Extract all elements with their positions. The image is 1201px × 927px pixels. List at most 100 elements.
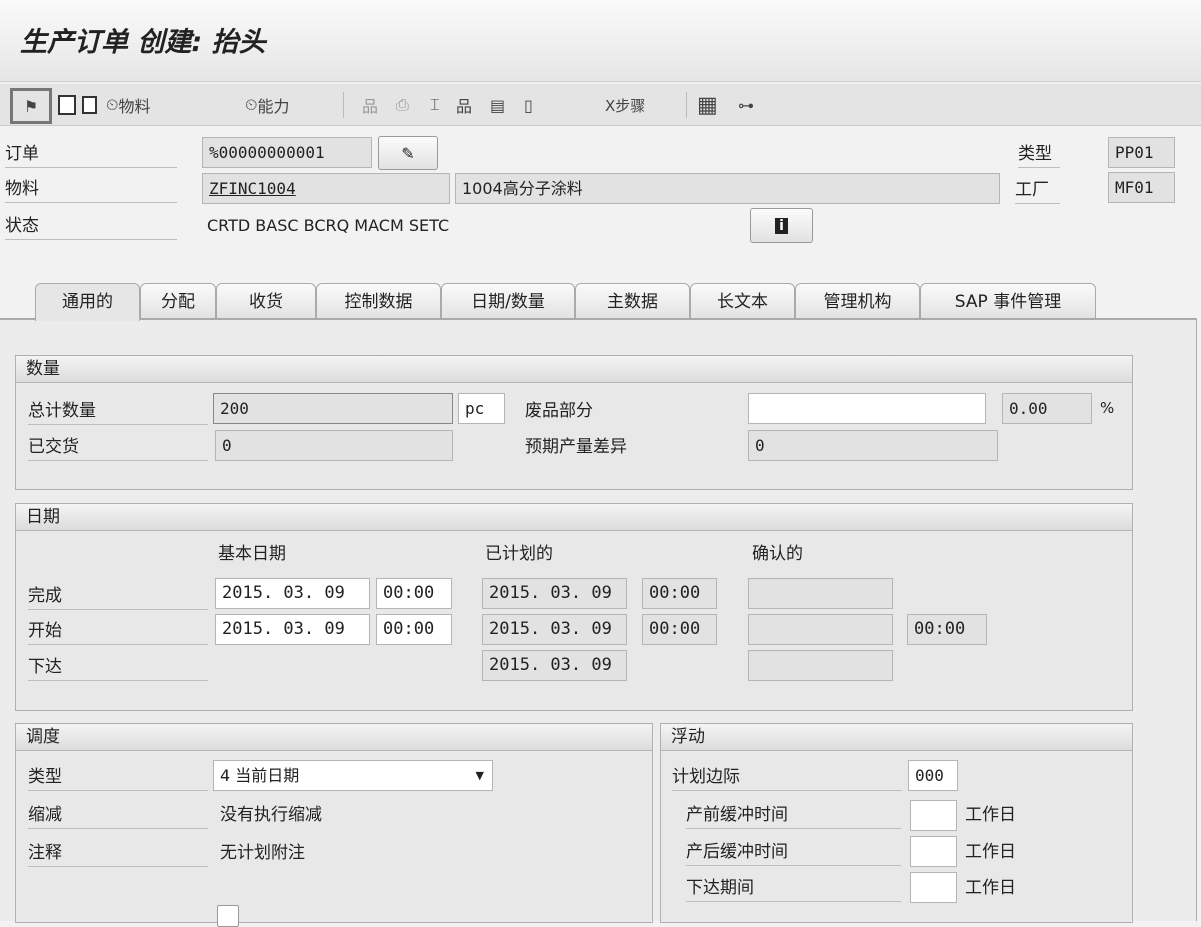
info-button[interactable]: i xyxy=(750,208,813,243)
finish-basic-date[interactable]: 2015. 03. 09 xyxy=(215,578,370,609)
release-period-label: 下达期间 xyxy=(686,874,901,902)
sched-margin-label: 计划边际 xyxy=(672,763,902,791)
start-confirmed-date xyxy=(748,614,893,645)
finish-planned-time: 00:00 xyxy=(642,578,717,609)
type-field[interactable]: PP01 xyxy=(1108,137,1175,168)
tab-long-text[interactable]: 长文本 xyxy=(690,283,795,319)
steps-button[interactable]: X步骤 xyxy=(605,90,645,120)
scrap-label: 废品部分 xyxy=(525,401,593,421)
flag-button[interactable]: ⚑ xyxy=(10,88,52,124)
start-basic-date[interactable]: 2015. 03. 09 xyxy=(215,614,370,645)
hierarchy-clock-icon: ⏲ xyxy=(245,95,258,114)
variance-label: 预期产量差异 xyxy=(525,437,627,457)
component-button[interactable]: ⌶ xyxy=(430,90,440,120)
basic-date-header: 基本日期 xyxy=(218,544,286,564)
workdays-unit: 工作日 xyxy=(965,842,1016,862)
scheduling-type-dropdown[interactable]: 4 当前日期 ▼ xyxy=(213,760,493,791)
application-toolbar: ⚑ ⏲ 物料 ⏲ 能力 品 ⎙ ⌶ 品 ▤ ▯ X步骤 ▦ ⊶ xyxy=(0,84,1201,126)
sequence-button[interactable]: ▯ xyxy=(524,90,533,120)
tab-strip: 通用的 分配 收货 控制数据 日期/数量 主数据 长文本 管理机构 SAP 事件… xyxy=(0,283,1201,321)
documents-icon: ▤ xyxy=(490,95,506,115)
order-label: 订单 xyxy=(5,140,177,168)
tab-control-data[interactable]: 控制数据 xyxy=(316,283,441,319)
scrap-percent-field: 0.00 xyxy=(1002,393,1092,424)
sequence-icon: ▯ xyxy=(524,95,533,115)
documents-button[interactable]: ▤ xyxy=(490,90,505,120)
print-button[interactable]: ⎙ xyxy=(396,90,409,120)
note-label: 注释 xyxy=(28,839,208,867)
scrap-field[interactable] xyxy=(748,393,986,424)
network-button[interactable]: 品 xyxy=(362,90,378,120)
layout-button[interactable]: ▦ xyxy=(697,90,718,120)
capacity-button[interactable]: ⏲ 能力 xyxy=(245,90,290,120)
material-label: 物料 xyxy=(5,175,177,203)
release-planned-date: 2015. 03. 09 xyxy=(482,650,627,681)
tab-sap-event-management[interactable]: SAP 事件管理 xyxy=(920,283,1096,319)
separator xyxy=(343,92,344,118)
hierarchy-clock-icon: ⏲ xyxy=(106,95,119,114)
edit-button[interactable]: ✎ xyxy=(378,136,438,170)
pencil-icon: ✎ xyxy=(401,143,415,163)
release-confirmed-date xyxy=(748,650,893,681)
total-quantity-label: 总计数量 xyxy=(28,397,208,425)
chevron-down-icon: ▼ xyxy=(475,769,484,782)
plant-label: 工厂 xyxy=(1015,176,1060,204)
type-label: 类型 xyxy=(1018,140,1060,168)
total-quantity-field[interactable]: 200 xyxy=(213,393,453,424)
start-planned-date: 2015. 03. 09 xyxy=(482,614,627,645)
tree-icon: ⊶ xyxy=(738,95,754,115)
material-button[interactable]: ⏲ 物料 xyxy=(106,90,151,120)
scheduling-type-label: 类型 xyxy=(28,763,208,791)
finish-label: 完成 xyxy=(28,582,208,610)
release-period-field[interactable] xyxy=(910,872,957,903)
finish-basic-time[interactable]: 00:00 xyxy=(376,578,452,609)
status-value: CRTD BASC BCRQ MACM SETC xyxy=(207,216,450,235)
page-title: 生产订单 创建: 抬头 xyxy=(20,27,266,58)
finish-confirmed-date xyxy=(748,578,893,609)
tab-administration[interactable]: 管理机构 xyxy=(795,283,920,319)
release-label: 下达 xyxy=(28,653,208,681)
separator xyxy=(686,92,687,118)
info-icon: i xyxy=(775,217,788,234)
printer-icon: ⎙ xyxy=(396,95,409,114)
float-before-field[interactable] xyxy=(910,800,957,831)
float-after-label: 产后缓冲时间 xyxy=(686,838,901,866)
structure-icon: 品 xyxy=(456,97,473,116)
reduction-label: 缩减 xyxy=(28,801,208,829)
checkbox[interactable] xyxy=(217,905,239,927)
start-planned-time: 00:00 xyxy=(642,614,717,645)
tab-dates-quantities[interactable]: 日期/数量 xyxy=(441,283,575,319)
percent-sign: % xyxy=(1100,399,1115,417)
delivered-label: 已交货 xyxy=(28,433,208,461)
confirmed-header: 确认的 xyxy=(752,544,803,564)
note-value: 无计划附注 xyxy=(220,843,305,863)
float-after-field[interactable] xyxy=(910,836,957,867)
structure-button[interactable]: 品 xyxy=(456,90,472,120)
start-basic-time[interactable]: 00:00 xyxy=(376,614,452,645)
sched-margin-field[interactable]: 000 xyxy=(908,760,958,791)
calculator-icon xyxy=(82,96,97,114)
unit-field[interactable]: pc xyxy=(458,393,505,424)
tab-general[interactable]: 通用的 xyxy=(35,283,140,321)
planned-header: 已计划的 xyxy=(485,544,553,564)
start-confirmed-time: 00:00 xyxy=(907,614,987,645)
material-field[interactable]: ZFINC1004 xyxy=(202,173,450,204)
group-title: 浮动 xyxy=(661,724,1132,751)
tree-button[interactable]: ⊶ xyxy=(738,90,754,120)
group-title: 调度 xyxy=(16,724,652,751)
calculator-button[interactable] xyxy=(82,90,97,120)
plant-field[interactable]: MF01 xyxy=(1108,172,1175,203)
workdays-unit: 工作日 xyxy=(965,878,1016,898)
tab-goods-receipt[interactable]: 收货 xyxy=(216,283,316,319)
tab-assignment[interactable]: 分配 xyxy=(140,283,216,319)
float-before-label: 产前缓冲时间 xyxy=(686,801,901,829)
delivered-field: 0 xyxy=(215,430,453,461)
network-icon: 品 xyxy=(362,97,379,116)
tab-master-data[interactable]: 主数据 xyxy=(575,283,690,319)
component-icon: ⌶ xyxy=(430,95,440,114)
finish-planned-date: 2015. 03. 09 xyxy=(482,578,627,609)
reduction-value: 没有执行缩减 xyxy=(220,805,322,825)
order-field[interactable]: %00000000001 xyxy=(202,137,372,168)
table-icon: ▦ xyxy=(697,92,718,118)
calendar-button[interactable] xyxy=(58,90,76,120)
